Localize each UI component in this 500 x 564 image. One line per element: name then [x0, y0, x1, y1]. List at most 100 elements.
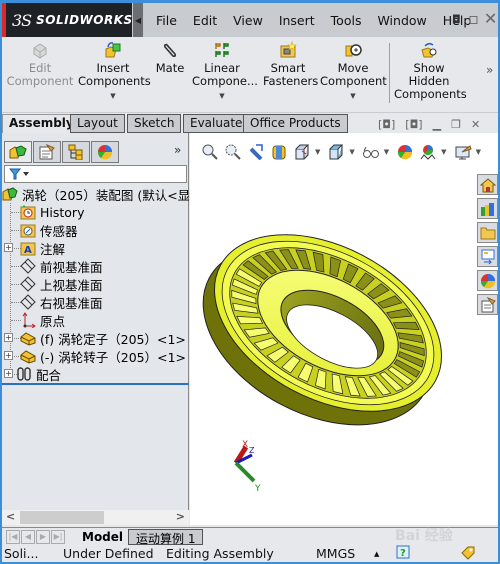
- tab-sketch[interactable]: Sketch: [127, 114, 182, 133]
- move-component-button[interactable]: Move Component ▼: [320, 41, 387, 103]
- panel-horizontal-scrollbar[interactable]: < >: [2, 510, 189, 525]
- view-settings-dropdown-icon[interactable]: ▼: [476, 148, 481, 156]
- panel-more-icon[interactable]: »: [174, 143, 181, 157]
- last-tab-icon[interactable]: ▶|: [51, 530, 65, 544]
- linear-component-pattern-button[interactable]: Linear Compone... ▼: [192, 41, 258, 103]
- tab-navigation: |◀ ◀ ▶ ▶|: [6, 530, 66, 544]
- edit-appearance-icon[interactable]: [395, 143, 415, 161]
- units-arrow-icon[interactable]: ▲: [374, 550, 379, 558]
- move-component-dropdown-icon[interactable]: ▼: [320, 90, 386, 103]
- menu-collapse-arrow-icon[interactable]: ◀: [133, 3, 143, 37]
- pin-menu-icon[interactable]: -◘: [448, 13, 461, 26]
- restore-doc-icon[interactable]: ❐: [451, 118, 461, 131]
- configurationmanager-tab[interactable]: [62, 141, 90, 163]
- view-settings-icon[interactable]: [453, 143, 473, 161]
- zoom-to-fit-icon[interactable]: [200, 143, 220, 161]
- scroll-right-icon[interactable]: >: [176, 510, 185, 523]
- prev-tab-icon[interactable]: ◀: [21, 530, 35, 544]
- custom-properties-icon[interactable]: [477, 294, 498, 315]
- ribbon-more-icon[interactable]: »: [486, 63, 493, 77]
- insert-components-dropdown-icon[interactable]: ▼: [78, 90, 148, 103]
- scroll-thumb[interactable]: [20, 511, 104, 524]
- tab-model[interactable]: Model: [74, 529, 132, 545]
- tree-item-top-plane[interactable]: 上视基准面: [20, 275, 103, 293]
- tree-root-assembly[interactable]: 涡轮（205）装配图 (默认<显示: [2, 185, 189, 203]
- first-tab-icon[interactable]: |◀: [6, 530, 20, 544]
- zoom-to-area-icon[interactable]: [223, 143, 243, 161]
- minimize-doc-icon[interactable]: ▁: [433, 118, 441, 131]
- tree-item-sensors[interactable]: 传感器: [20, 221, 78, 239]
- tree-filter[interactable]: [4, 165, 187, 183]
- home-icon[interactable]: [477, 174, 498, 195]
- menu-view[interactable]: View: [225, 13, 271, 28]
- tab-motion-study[interactable]: 运动算例 1: [128, 529, 204, 546]
- logo-text: SOLIDWORKS: [36, 13, 133, 27]
- triad-y-label: Y: [254, 484, 261, 494]
- file-explorer-icon[interactable]: [477, 222, 498, 243]
- task-pane-tabs: [477, 174, 498, 318]
- tree-item-stator[interactable]: (f) 涡轮定子（205）<1> (默: [20, 329, 189, 347]
- appearances-icon[interactable]: [477, 270, 498, 291]
- close-doc-icon[interactable]: ✕: [471, 118, 480, 131]
- view-orientation-dropdown-icon[interactable]: ▼: [315, 148, 320, 156]
- panel-splitter[interactable]: [2, 383, 189, 385]
- expand-rotor-icon[interactable]: +: [4, 351, 13, 360]
- featuremanager-tab[interactable]: [4, 141, 32, 163]
- graphics-area[interactable]: X Z Y: [190, 133, 498, 525]
- expand-annotations-icon[interactable]: +: [4, 243, 13, 252]
- tree-item-annotations[interactable]: A 注解: [20, 239, 65, 257]
- split-view-left-icon[interactable]: [◘]: [378, 118, 395, 131]
- tab-office-products[interactable]: Office Products: [243, 114, 348, 133]
- close-window-icon[interactable]: ▫ ✕: [468, 9, 497, 28]
- next-tab-icon[interactable]: ▶: [36, 530, 50, 544]
- menu-insert[interactable]: Insert: [271, 13, 323, 28]
- smart-fasteners-label-2: Fasteners: [263, 74, 319, 88]
- section-view-icon[interactable]: [269, 143, 289, 161]
- propertymanager-tab[interactable]: [33, 141, 61, 163]
- scroll-left-icon[interactable]: <: [6, 510, 15, 523]
- edit-component-button[interactable]: Edit Component: [6, 41, 74, 88]
- tag-icon[interactable]: [460, 545, 476, 564]
- menu-edit[interactable]: Edit: [185, 13, 225, 28]
- insert-components-icon: [78, 41, 148, 59]
- tree-label: 注解: [40, 241, 66, 257]
- insert-components-button[interactable]: Insert Components ▼: [78, 41, 151, 103]
- tree-item-mates[interactable]: 配合: [16, 365, 61, 383]
- displaymanager-tab[interactable]: [91, 141, 119, 163]
- tree-item-front-plane[interactable]: 前视基准面: [20, 257, 103, 275]
- linear-pattern-dropdown-icon[interactable]: ▼: [192, 90, 252, 103]
- hide-show-items-icon[interactable]: [361, 143, 381, 161]
- status-units[interactable]: MMGS: [316, 546, 355, 561]
- triad-x-label: X: [242, 440, 248, 450]
- display-style-dropdown-icon[interactable]: ▼: [349, 148, 354, 156]
- menu-window[interactable]: Window: [369, 13, 434, 28]
- apply-scene-icon[interactable]: [418, 143, 438, 161]
- design-library-icon[interactable]: [477, 198, 498, 219]
- tab-evaluate[interactable]: Evaluate: [183, 114, 250, 133]
- split-view-right-icon[interactable]: [◘]: [405, 118, 422, 131]
- expand-stator-icon[interactable]: +: [4, 333, 13, 342]
- expand-mates-icon[interactable]: +: [4, 369, 13, 378]
- view-palette-icon[interactable]: [477, 246, 498, 267]
- hide-show-dropdown-icon[interactable]: ▼: [384, 148, 389, 156]
- view-orientation-icon[interactable]: [292, 143, 312, 161]
- show-hidden-components-button[interactable]: Show Hidden Components: [394, 41, 467, 101]
- tab-layout[interactable]: Layout: [70, 114, 125, 133]
- previous-view-icon[interactable]: [246, 143, 266, 161]
- tree-item-right-plane[interactable]: 右视基准面: [20, 293, 103, 311]
- apply-scene-dropdown-icon[interactable]: ▼: [441, 148, 446, 156]
- tab-assembly[interactable]: Assembly: [2, 114, 81, 133]
- menu-tools[interactable]: Tools: [323, 13, 370, 28]
- tree-item-origin[interactable]: 原点: [20, 311, 65, 329]
- solidworks-logo[interactable]: 3S SOLIDWORKS: [2, 3, 132, 37]
- title-bar: 3S SOLIDWORKS ◀ File Edit View Insert To…: [2, 3, 498, 37]
- part-icon: [20, 348, 36, 364]
- smart-fasteners-button[interactable]: Smart Fasteners: [263, 41, 319, 88]
- display-style-icon[interactable]: [326, 143, 346, 161]
- menu-file[interactable]: File: [148, 13, 185, 28]
- tree-item-rotor[interactable]: (-) 涡轮转子（205）<1> (默: [20, 347, 189, 365]
- tree-item-history[interactable]: History: [20, 203, 84, 221]
- mate-button[interactable]: Mate: [152, 41, 188, 75]
- show-hidden-icon: [394, 41, 464, 59]
- help-icon[interactable]: ?: [396, 545, 410, 562]
